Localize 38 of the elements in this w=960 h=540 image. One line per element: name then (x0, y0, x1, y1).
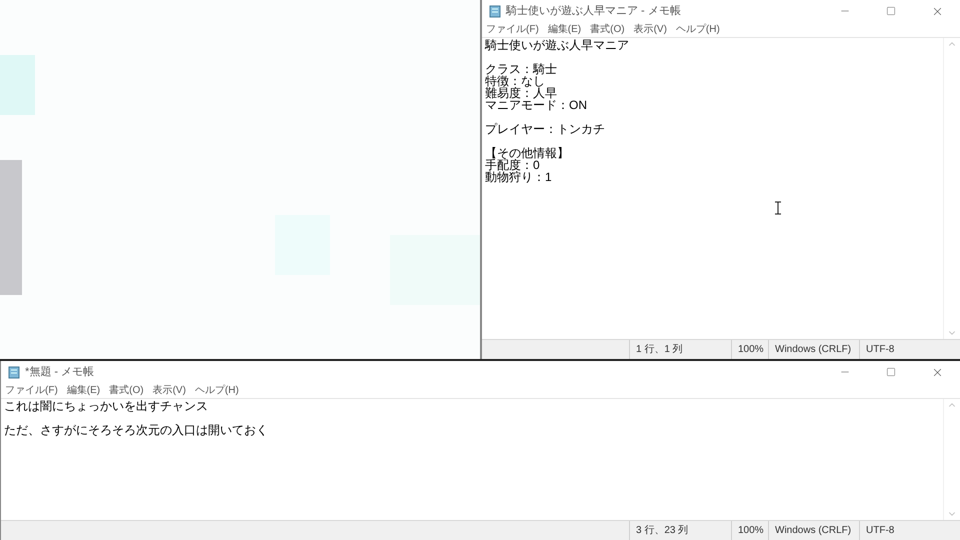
menu-item[interactable]: ファイル(F) (486, 22, 539, 37)
text-line: ただ、さすがにそろそろ次元の入口は開いておく (4, 424, 268, 436)
text-area[interactable]: これは闇にちょっかいを出すチャンス ただ、さすがにそろそろ次元の入口は開いておく (1, 399, 943, 520)
text-line: マニアモード：ON (485, 99, 587, 111)
menu-item[interactable]: ヘルプ(H) (194, 383, 239, 398)
status-text: 100% (738, 343, 764, 357)
menu-item[interactable]: 編集(E) (548, 22, 582, 37)
notepad-icon (489, 4, 501, 18)
menu-item[interactable]: 書式(O) (590, 22, 625, 37)
maximize-icon (886, 367, 896, 377)
menu-item[interactable]: 表示(V) (634, 22, 667, 37)
text-line: 動物狩り：1 (485, 171, 552, 183)
menu-item[interactable]: 編集(E) (66, 383, 100, 398)
status-text: UTF-8 (866, 343, 894, 357)
text-line: 騎士使いが遊ぶ人早マニア (485, 39, 629, 51)
menu-item[interactable]: 書式(O) (109, 383, 144, 398)
menu-item[interactable]: ファイル(F) (5, 383, 58, 398)
mouse-pointer-icon (774, 201, 782, 215)
status-text: Windows (CRLF) (775, 524, 852, 538)
notepad-icon (8, 366, 20, 378)
menu-item[interactable]: ヘルプ(H) (676, 22, 720, 37)
text-line: 【その他情報】 (485, 147, 569, 159)
text-area[interactable]: 騎士使いが遊ぶ人早マニア クラス：騎士 特徴：なし 難易度：人早 マニアモード：ON プレイヤー：トンカチ 【その他情報】 手配度：0 動物狩り：1 (482, 38, 943, 339)
window-title: 騎士使いが遊ぶ人早マニア - メモ帳 (506, 4, 681, 19)
text-line: 難易度：人早 (485, 87, 557, 99)
window-title: *無題 - メモ帳 (25, 364, 94, 380)
maximize-icon (886, 6, 896, 16)
status-text: Windows (CRLF) (775, 343, 852, 357)
status-text: 3 行、23 列 (636, 524, 688, 538)
text-line: 特徴：なし (485, 75, 545, 87)
status-text: UTF-8 (866, 524, 894, 538)
menu-item[interactable]: 表示(V) (152, 383, 186, 398)
status-text: 100% (738, 524, 764, 538)
status-text: 1 行、1 列 (636, 343, 683, 357)
text-line: プレイヤー：トンカチ (485, 123, 605, 135)
text-line: これは闇にちょっかいを出すチャンス (4, 400, 208, 412)
text-line: クラス：騎士 (485, 63, 557, 75)
text-line: 手配度：0 (485, 159, 540, 171)
